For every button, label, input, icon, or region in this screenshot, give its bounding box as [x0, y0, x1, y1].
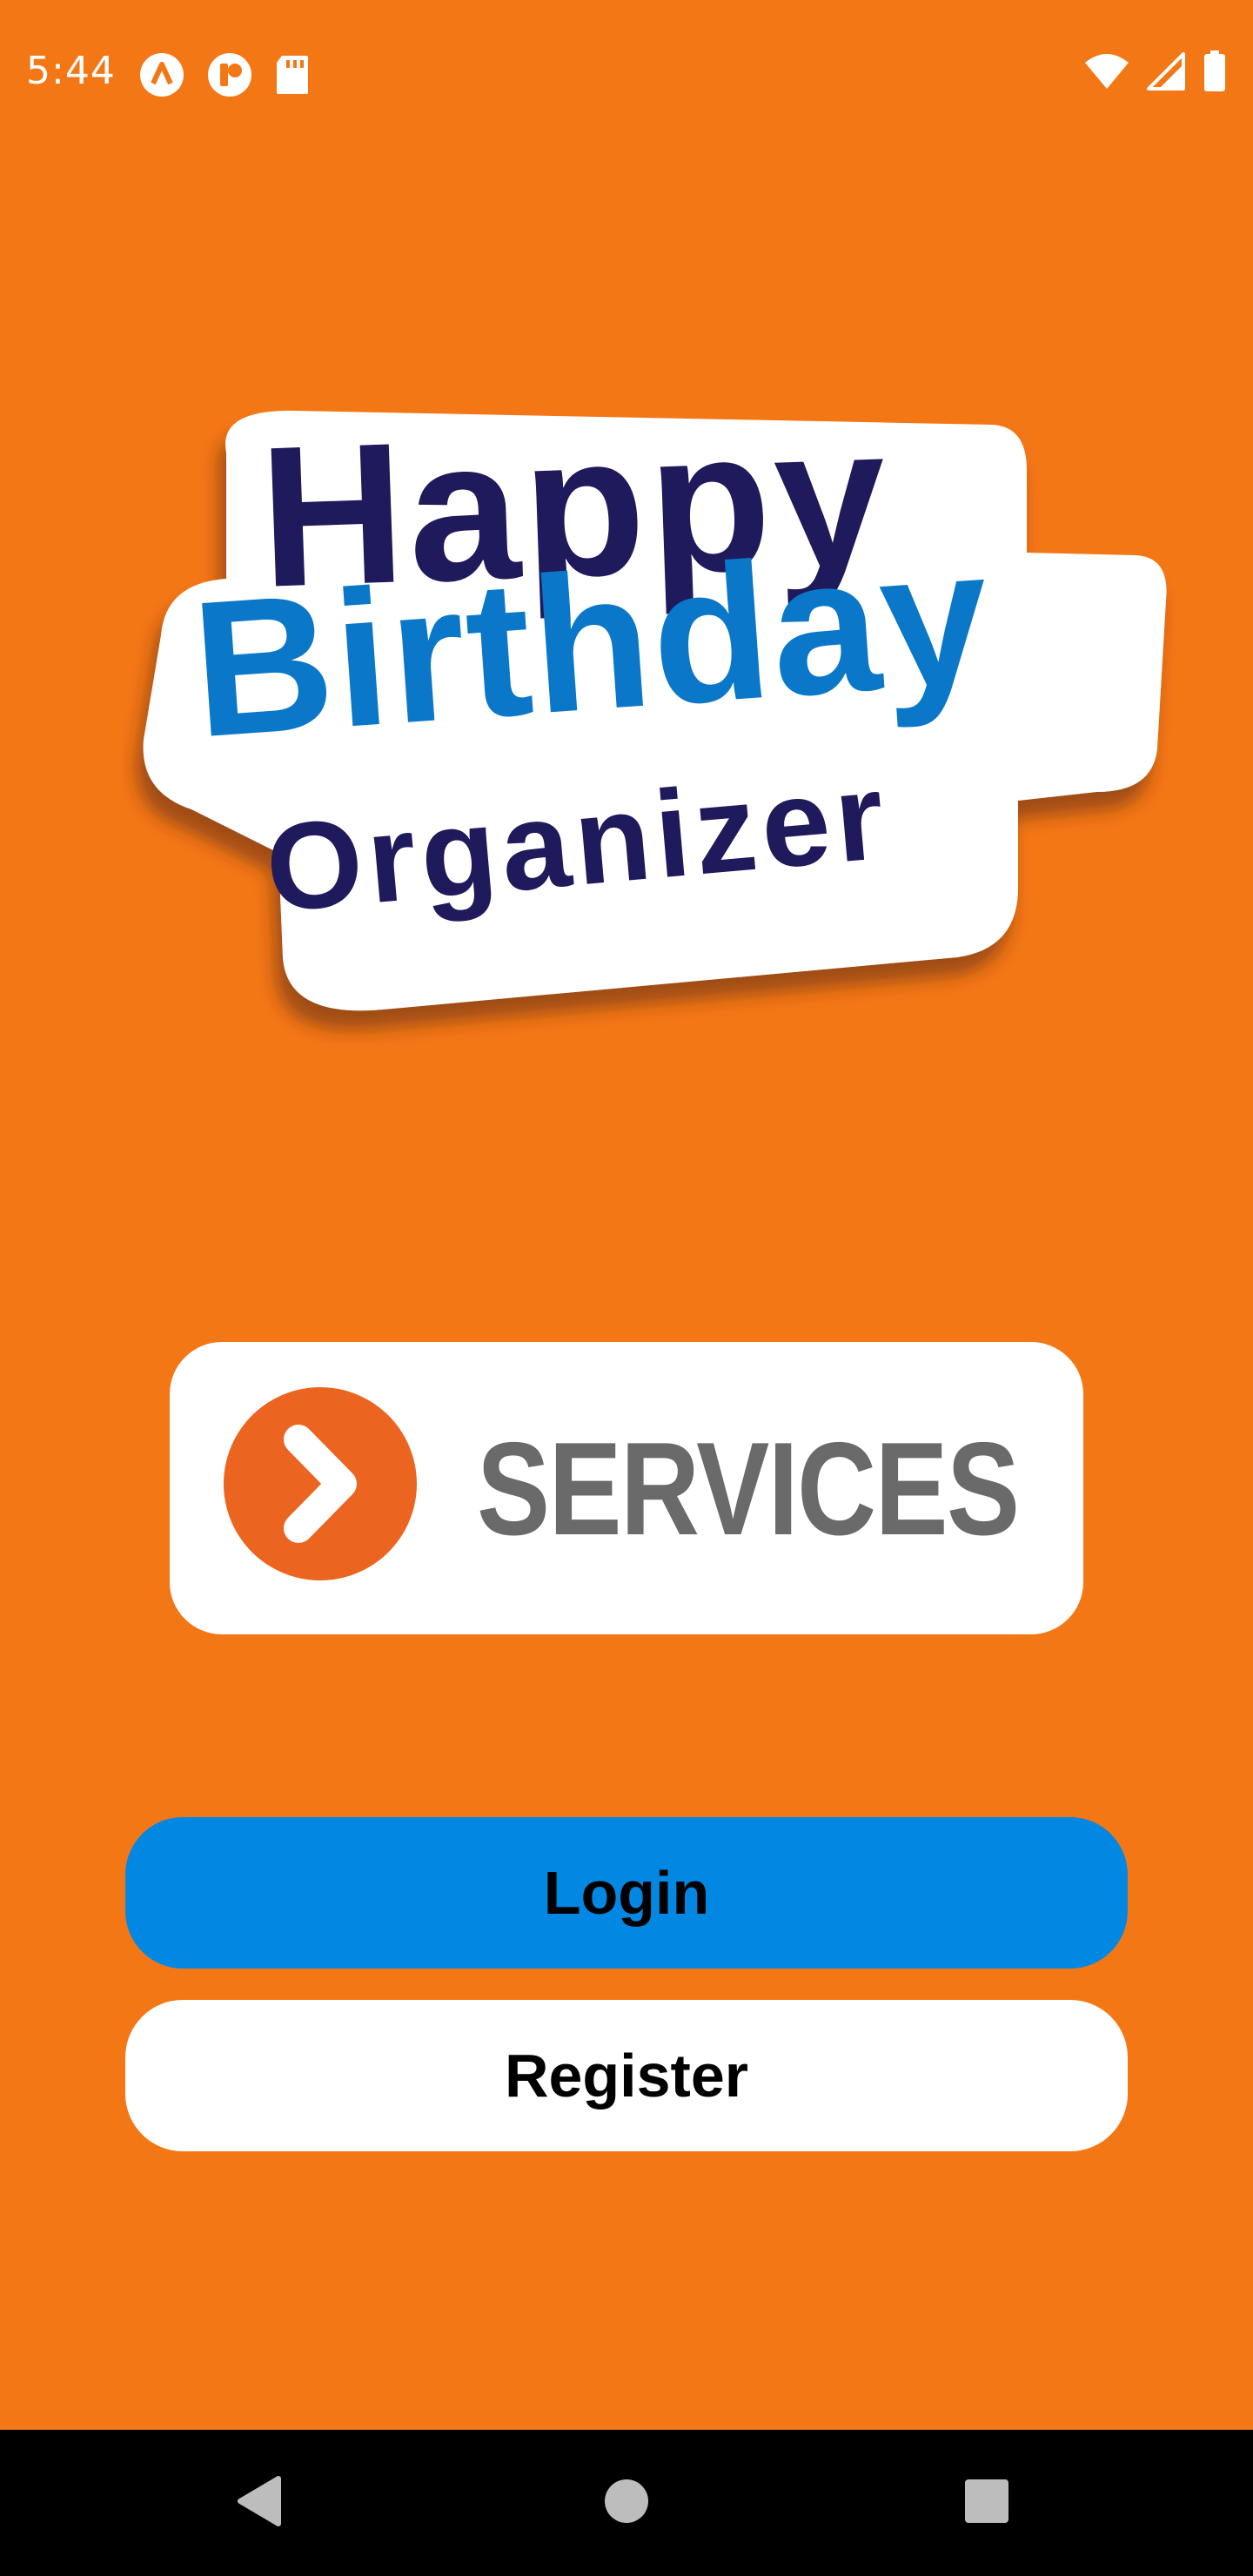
home-icon[interactable]	[604, 2479, 649, 2528]
app-screen: 5:44 Happy Birthday Organizer SERVICES L…	[0, 0, 1253, 2576]
chevron-right-circle-icon	[224, 1387, 417, 1580]
login-button[interactable]: Login	[125, 1817, 1128, 1969]
status-time: 5:44	[26, 49, 116, 93]
status-left-icons	[139, 52, 310, 102]
logo-line-birthday: Birthday	[186, 507, 997, 779]
recents-icon[interactable]	[964, 2479, 1009, 2528]
wifi-icon	[1084, 52, 1129, 95]
status-right-icons	[1084, 50, 1227, 97]
app-p-icon	[207, 52, 252, 102]
navigation-bar	[0, 2430, 1253, 2576]
battery-icon	[1203, 50, 1227, 97]
status-bar: 5:44	[0, 0, 1253, 148]
app-logo: Happy Birthday Organizer	[122, 384, 1175, 1044]
services-card[interactable]: SERVICES	[170, 1342, 1083, 1634]
cellular-signal-icon	[1147, 52, 1185, 95]
back-icon[interactable]	[235, 2475, 284, 2532]
app-a-icon	[139, 52, 184, 102]
register-button[interactable]: Register	[125, 2000, 1128, 2151]
services-label: SERVICES	[477, 1415, 1020, 1563]
sd-card-icon	[275, 54, 310, 100]
